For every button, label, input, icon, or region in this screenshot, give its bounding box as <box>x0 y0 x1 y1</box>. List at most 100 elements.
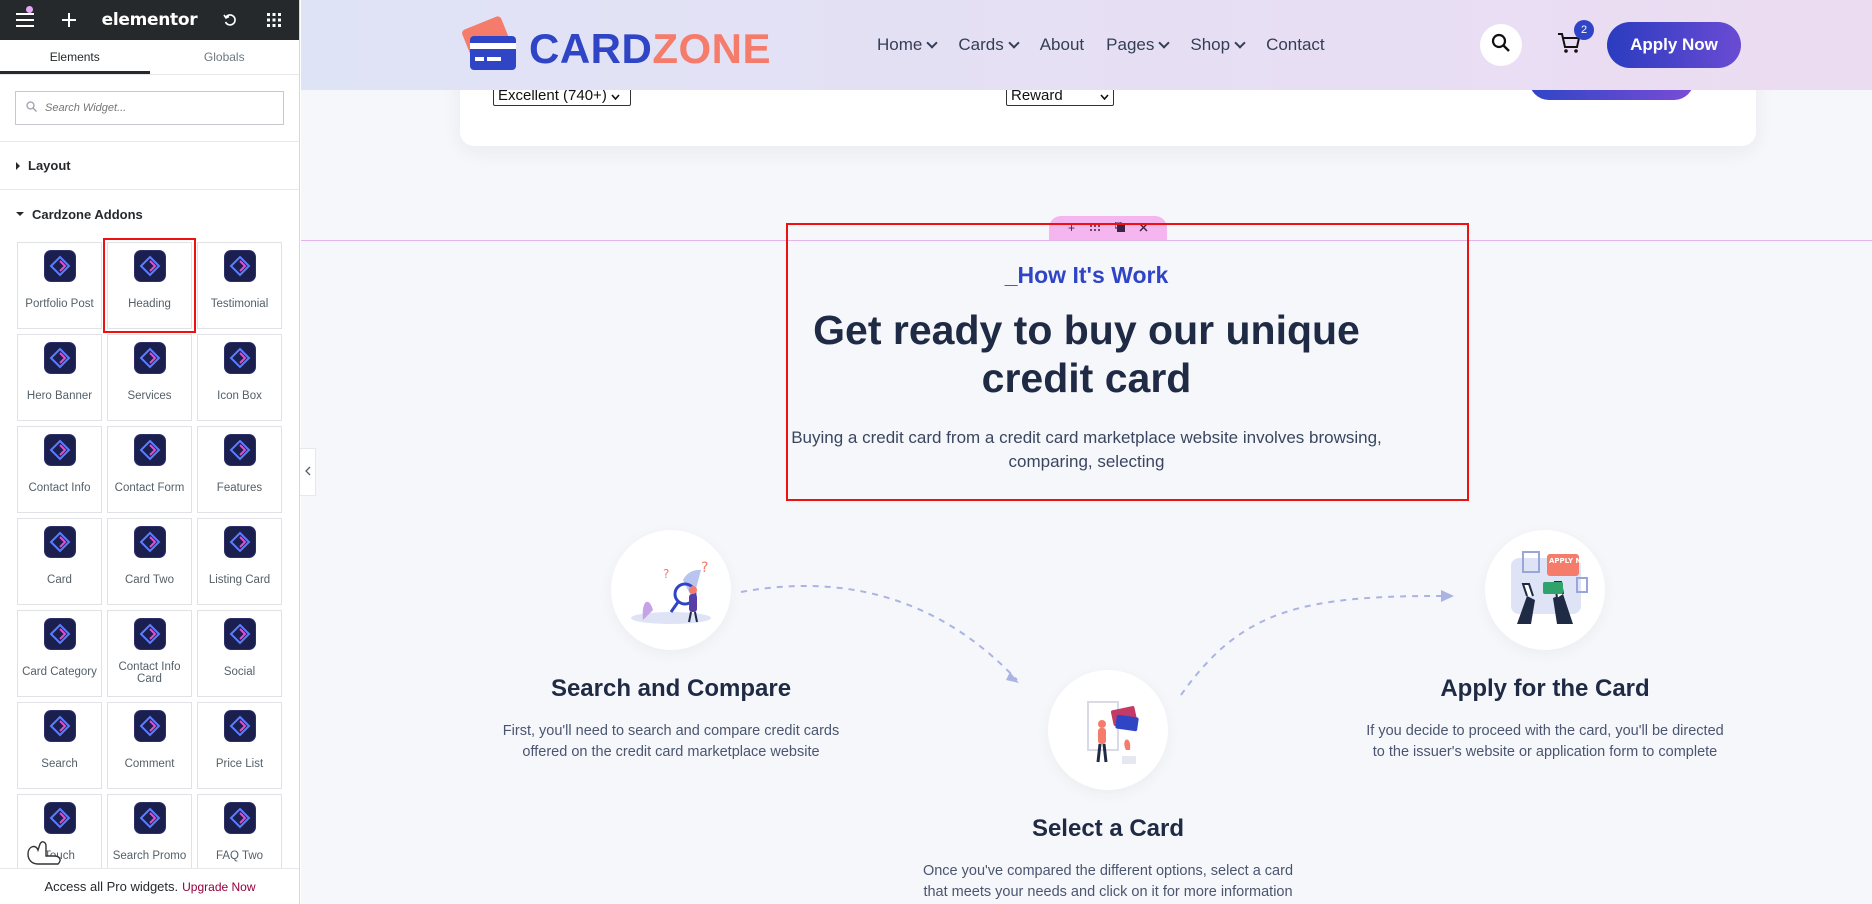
widget-label: Search Promo <box>112 850 187 862</box>
history-icon[interactable] <box>219 9 241 31</box>
widget-label: Hero Banner <box>26 390 93 402</box>
widget-label: Contact Form <box>114 482 185 494</box>
page-preview: Excellent (740+) Reward CARD ZONE Home C… <box>301 0 1872 904</box>
header-actions: 2 <box>1480 20 1594 66</box>
step-3-desc-line-2: to the issuer's website or application f… <box>1372 744 1718 760</box>
widget-card-category[interactable]: Card Category <box>17 610 102 697</box>
brand-name-part-2: ZONE <box>652 24 771 72</box>
step-1-desc-line-1: First, you'll need to search and compare… <box>502 723 840 739</box>
widget-label: Icon Box <box>217 390 262 402</box>
site-header: CARD ZONE Home Cards About Pages Shop Con… <box>301 0 1872 90</box>
nav-contact[interactable]: Contact <box>1266 35 1325 55</box>
add-element-icon[interactable] <box>58 9 80 31</box>
cardzone-widget-icon <box>44 711 75 741</box>
widget-label: FAQ Two <box>215 850 264 862</box>
step-2-title: Select a Card <box>1031 815 1185 842</box>
nav-cards-label: Cards <box>958 35 1004 54</box>
category-addons-label: Cardzone Addons <box>32 206 143 222</box>
widget-services[interactable]: Services <box>107 334 192 421</box>
cart-count-badge: 2 <box>1574 20 1594 40</box>
cardzone-widget-icon <box>224 619 255 649</box>
cardzone-widget-icon <box>44 527 75 557</box>
widget-icon-box[interactable]: Icon Box <box>197 334 282 421</box>
category-layout[interactable]: Layout <box>0 142 299 190</box>
cardzone-widget-icon <box>44 619 75 649</box>
apply-now-button[interactable]: Apply Now <box>1607 22 1741 68</box>
widget-portfolio-post[interactable]: Portfolio Post <box>17 242 102 329</box>
elementor-logo: elementor <box>101 10 198 30</box>
widget-label: Comment <box>124 758 175 770</box>
step-2-desc-line-1: Once you've compared the different optio… <box>922 863 1294 879</box>
main-nav: Home Cards About Pages Shop Contact <box>877 0 1325 90</box>
widget-search-input[interactable] <box>45 102 265 114</box>
widget-price-list[interactable]: Price List <box>197 702 282 789</box>
widget-label: Portfolio Post <box>25 298 94 310</box>
header-search-button[interactable] <box>1480 24 1522 66</box>
cardzone-widget-icon <box>134 251 165 281</box>
chevron-down-icon <box>1008 37 1020 49</box>
widget-social[interactable]: Social <box>197 610 282 697</box>
brand-logo[interactable]: CARD ZONE <box>459 16 771 81</box>
widget-label: Services <box>127 390 172 402</box>
nav-home[interactable]: Home <box>877 35 939 55</box>
step-3-description: If you decide to proceed with the card, … <box>1325 721 1765 763</box>
widget-label: Search <box>41 758 78 770</box>
widget-label: Testimonial <box>210 298 269 310</box>
widget-contact-form[interactable]: Contact Form <box>107 426 192 513</box>
cardzone-widget-icon <box>224 251 255 281</box>
widget-contact-info-card[interactable]: Contact Info Card <box>107 610 192 697</box>
category-cardzone-addons[interactable]: Cardzone Addons <box>0 190 299 238</box>
caret-down-icon <box>16 212 24 216</box>
search-icon <box>1491 33 1511 58</box>
tab-elements[interactable]: Elements <box>0 40 150 74</box>
step-3-desc-line-1: If you decide to proceed with the card, … <box>1366 723 1724 739</box>
step-1-title: Search and Compare <box>550 675 792 702</box>
widget-heading[interactable]: Heading <box>103 238 196 333</box>
widget-label: Contact Info Card <box>118 661 181 685</box>
cardzone-widget-icon <box>134 343 165 373</box>
widget-label: Heading <box>128 298 171 310</box>
cardzone-widget-icon <box>134 619 165 649</box>
cardzone-widget-icon <box>134 711 165 741</box>
cardzone-widget-icon <box>44 803 75 833</box>
cardzone-widget-icon <box>224 803 255 833</box>
nav-shop[interactable]: Shop <box>1190 35 1246 55</box>
widget-label: Price List <box>215 758 264 770</box>
svg-text:?: ? <box>701 560 708 576</box>
nav-about[interactable]: About <box>1040 35 1084 55</box>
select-card-illustration <box>1048 670 1168 790</box>
panel-header: elementor <box>0 0 299 40</box>
widget-search[interactable]: Search <box>17 702 102 789</box>
cardzone-widget-icon <box>134 527 165 557</box>
elementor-panel: elementor Elements Globals Layout <box>0 0 300 904</box>
hamburger-menu-icon[interactable] <box>14 9 36 31</box>
category-layout-label: Layout <box>28 158 71 173</box>
nav-pages[interactable]: Pages <box>1106 35 1171 55</box>
widget-testimonial[interactable]: Testimonial <box>197 242 282 329</box>
step-3-title: Apply for the Card <box>1440 675 1650 702</box>
nav-pages-label: Pages <box>1106 35 1155 54</box>
step-2-description: Once you've compared the different optio… <box>878 861 1338 903</box>
apps-grid-icon[interactable] <box>263 9 285 31</box>
nav-cards[interactable]: Cards <box>958 35 1020 55</box>
widget-comment[interactable]: Comment <box>107 702 192 789</box>
widget-contact-info[interactable]: Contact Info <box>17 426 102 513</box>
upgrade-now-link[interactable]: Upgrade Now <box>182 880 255 894</box>
cardzone-widget-icon <box>224 711 255 741</box>
widget-features[interactable]: Features <box>197 426 282 513</box>
svg-text:?: ? <box>663 567 669 581</box>
widget-listing-card[interactable]: Listing Card <box>197 518 282 605</box>
chevron-down-icon <box>1234 37 1246 49</box>
widget-search-box <box>15 91 284 125</box>
cart-button[interactable]: 2 <box>1552 20 1594 66</box>
widget-card-two[interactable]: Card Two <box>107 518 192 605</box>
widget-hero-banner[interactable]: Hero Banner <box>17 334 102 421</box>
search-compare-illustration: ? ? <box>611 530 731 650</box>
pro-widgets-text: Access all Pro widgets. <box>44 879 179 894</box>
cardzone-widget-icon <box>134 435 165 465</box>
tab-globals[interactable]: Globals <box>150 40 300 74</box>
panel-collapse-toggle[interactable] <box>300 448 316 496</box>
widget-grid: Portfolio Post Heading Testimonial Hero Ban… <box>0 238 299 881</box>
nav-home-label: Home <box>877 35 923 54</box>
widget-card[interactable]: Card <box>17 518 102 605</box>
